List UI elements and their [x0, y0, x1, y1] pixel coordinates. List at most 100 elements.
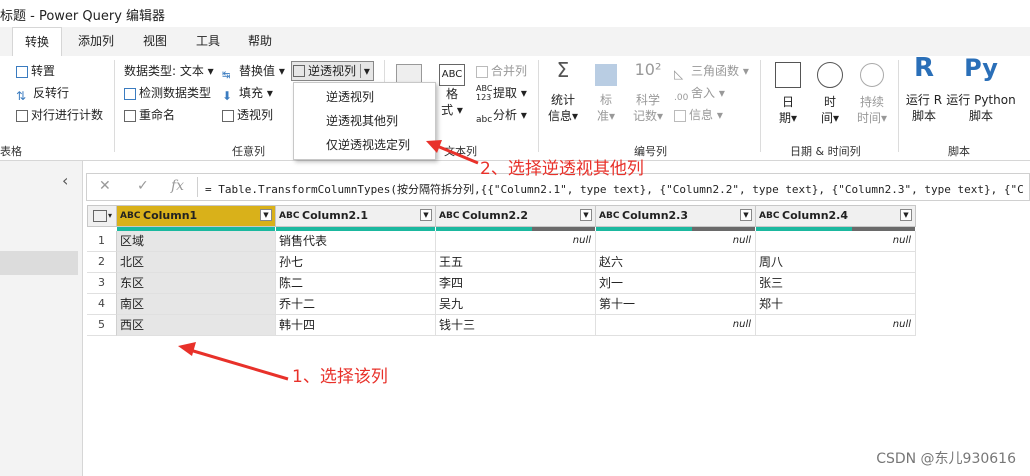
- reverse-rows-button[interactable]: ⇅ 反转行: [16, 84, 69, 103]
- format-label-2: 式 ▾: [441, 103, 463, 117]
- menu-item-unpivot[interactable]: 逆透视列: [294, 85, 435, 109]
- table-cell[interactable]: 李四: [436, 273, 596, 294]
- filter-dropdown-icon[interactable]: ▼: [420, 209, 432, 221]
- tab-tools[interactable]: 工具: [186, 27, 230, 56]
- merge-columns-button[interactable]: 合并列: [476, 62, 527, 79]
- table-cell[interactable]: 第十一: [596, 294, 756, 315]
- table-cell[interactable]: 钱十三: [436, 315, 596, 336]
- tab-view[interactable]: 视图: [133, 27, 177, 56]
- trig-label: 三角函数: [691, 64, 740, 78]
- table-cell[interactable]: 张三: [756, 273, 916, 294]
- divider: [197, 177, 198, 197]
- column-header-3[interactable]: ABC Column2.2 ▼: [435, 205, 596, 227]
- table-cell[interactable]: 西区: [117, 315, 276, 336]
- table-cell[interactable]: 吴九: [436, 294, 596, 315]
- format-button[interactable]: ABC 格式 ▾: [436, 64, 468, 118]
- text-type-icon[interactable]: ABC: [120, 206, 140, 226]
- run-python-button[interactable]: Py 运行 Python 脚本: [946, 54, 1016, 124]
- menu-item-unpivot-selected[interactable]: 仅逆透视选定列: [294, 133, 435, 157]
- table-cell[interactable]: 销售代表: [276, 231, 436, 252]
- transpose-button[interactable]: 转置: [16, 62, 55, 79]
- table-cell[interactable]: 陈二: [276, 273, 436, 294]
- detect-type-icon: [124, 88, 136, 100]
- filter-dropdown-icon[interactable]: ▼: [260, 209, 272, 221]
- data-type-dropdown[interactable]: 数据类型: 文本 ▾: [124, 62, 214, 79]
- filter-dropdown-icon[interactable]: ▼: [580, 209, 592, 221]
- table-group-label: 表格: [0, 145, 22, 158]
- standard-button[interactable]: 标准▾: [590, 62, 622, 124]
- replace-values-button[interactable]: ↹ 替换值 ▾: [222, 62, 285, 84]
- time-button[interactable]: 时间▾: [810, 62, 850, 126]
- cancel-icon[interactable]: ✕: [99, 178, 111, 194]
- title-bar: 标题 - Power Query 编辑器: [0, 0, 1030, 27]
- table-cell[interactable]: 郑十: [756, 294, 916, 315]
- table-cell[interactable]: 北区: [117, 252, 276, 273]
- extract-button[interactable]: ABC 123 提取 ▾: [476, 84, 527, 102]
- table-cell[interactable]: 王五: [436, 252, 596, 273]
- parse-label: 分析: [493, 108, 518, 122]
- table-cell[interactable]: null: [596, 231, 756, 252]
- tab-transform[interactable]: 转换: [12, 27, 62, 57]
- table-cell[interactable]: null: [436, 231, 596, 252]
- table-cell[interactable]: 韩十四: [276, 315, 436, 336]
- table-cell[interactable]: 区域: [117, 231, 276, 252]
- text-type-icon[interactable]: ABC: [439, 206, 459, 226]
- table-menu-button[interactable]: ▾: [87, 205, 117, 227]
- table-cell[interactable]: null: [596, 315, 756, 336]
- separator: [538, 60, 539, 152]
- formula-input[interactable]: = Table.TransformColumnTypes(按分隔符拆分列,{{"…: [205, 181, 1029, 197]
- column-header-5[interactable]: ABC Column2.4 ▼: [755, 205, 916, 227]
- table-cell[interactable]: 刘一: [596, 273, 756, 294]
- tab-add-column[interactable]: 添加列: [70, 27, 122, 56]
- text-type-icon[interactable]: ABC: [599, 206, 619, 226]
- menu-item-unpivot-other[interactable]: 逆透视其他列: [294, 109, 435, 133]
- rename-button[interactable]: 重命名: [124, 106, 175, 123]
- filter-dropdown-icon[interactable]: ▼: [740, 209, 752, 221]
- run-r-button[interactable]: R 运行 R 脚本: [902, 55, 946, 124]
- confirm-icon[interactable]: ✓: [137, 178, 149, 194]
- duration-button[interactable]: 持续 时间▾: [852, 62, 892, 126]
- filter-dropdown-icon[interactable]: ▼: [900, 209, 912, 221]
- standard-label-2: 准▾: [596, 109, 616, 123]
- text-type-icon[interactable]: ABC: [279, 206, 299, 226]
- python-icon: Py: [964, 54, 998, 82]
- separator: [114, 60, 115, 152]
- column-header-1[interactable]: ABC Column1 ▼: [116, 205, 276, 227]
- column-header-2[interactable]: ABC Column2.1 ▼: [275, 205, 436, 227]
- run-r-label: 运行 R: [905, 93, 943, 107]
- table-cell[interactable]: null: [756, 231, 916, 252]
- count-rows-button[interactable]: 对行进行计数: [16, 106, 103, 123]
- column-header-4[interactable]: ABC Column2.3 ▼: [595, 205, 756, 227]
- information-icon: [674, 110, 686, 122]
- detect-type-button[interactable]: 检测数据类型: [124, 84, 211, 101]
- table-cell[interactable]: 乔十二: [276, 294, 436, 315]
- fill-button[interactable]: ⬇ 填充 ▾: [222, 84, 273, 103]
- duration-label: 持续: [859, 95, 884, 109]
- fx-icon[interactable]: fx: [171, 178, 184, 194]
- statistics-button[interactable]: Σ 统计 信息▾: [546, 60, 580, 124]
- selected-query-item[interactable]: [0, 251, 78, 275]
- table-cell[interactable]: null: [756, 315, 916, 336]
- script-group-label: 脚本: [948, 145, 970, 158]
- table-cell[interactable]: 孙七: [276, 252, 436, 273]
- unpivot-button[interactable]: 逆透视列 ▾: [291, 61, 374, 81]
- collapse-chevron-icon[interactable]: ‹: [62, 171, 68, 190]
- information-button[interactable]: 信息 ▾: [674, 106, 723, 123]
- fill-label: 填充: [239, 86, 264, 100]
- parse-button[interactable]: abc分析 ▾: [476, 106, 527, 129]
- run-python-label: 运行 Python: [946, 93, 1016, 107]
- scientific-label: 科学: [635, 93, 660, 107]
- table-cell[interactable]: 赵六: [596, 252, 756, 273]
- table-cell[interactable]: 东区: [117, 273, 276, 294]
- table-cell[interactable]: 南区: [117, 294, 276, 315]
- reverse-icon: ⇅: [16, 89, 27, 103]
- chevron-down-icon: ▾: [108, 211, 113, 220]
- tab-help[interactable]: 帮助: [238, 27, 282, 56]
- table-cell[interactable]: 周八: [756, 252, 916, 273]
- date-button[interactable]: 日期▾: [768, 62, 808, 126]
- trig-button[interactable]: ◺ 三角函数 ▾: [674, 62, 749, 81]
- rounding-button[interactable]: .00 舍入 ▾: [674, 84, 725, 107]
- text-type-icon[interactable]: ABC: [759, 206, 779, 226]
- scientific-button[interactable]: 10² 科学 记数▾: [630, 62, 666, 124]
- pivot-button[interactable]: 透视列: [222, 106, 273, 123]
